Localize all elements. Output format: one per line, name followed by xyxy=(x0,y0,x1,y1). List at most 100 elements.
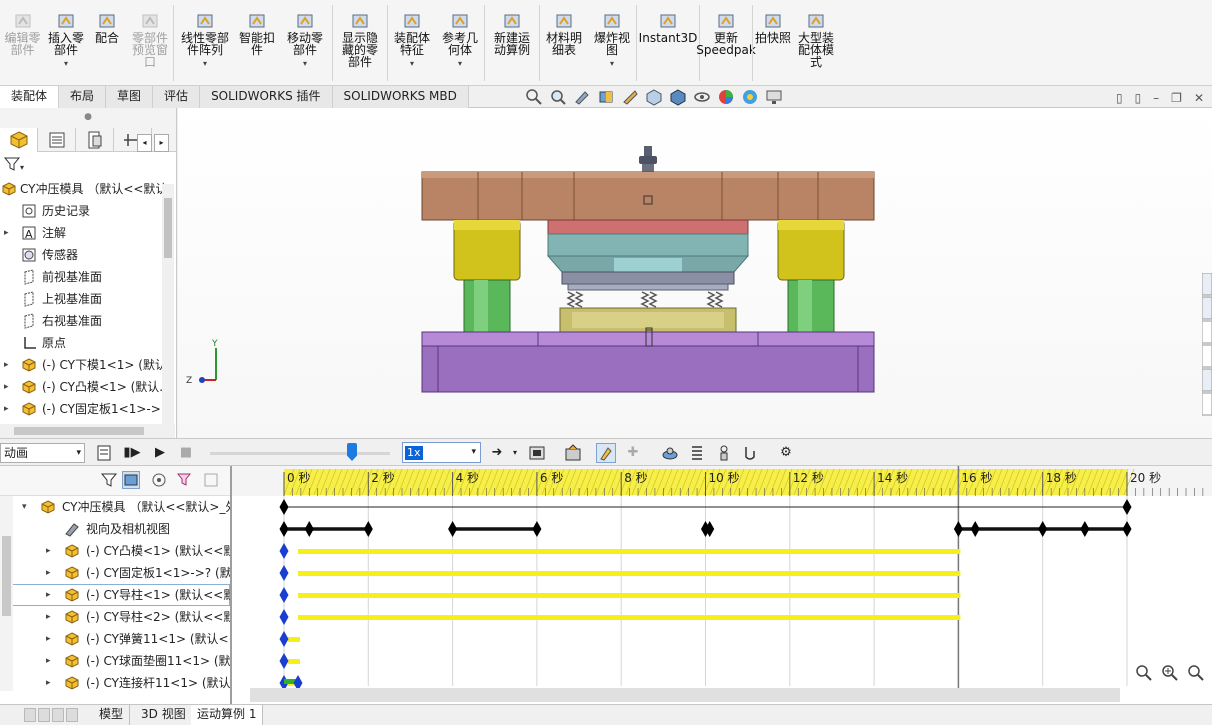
keyframe[interactable] xyxy=(448,521,458,537)
contact-icon[interactable] xyxy=(740,443,760,463)
keyframe[interactable] xyxy=(363,521,373,537)
tree-item[interactable]: ▸ (-) CY凸模<1> (默认.. xyxy=(0,376,176,398)
tree-item[interactable]: 历史记录 xyxy=(0,200,176,222)
reference-geometry-button[interactable]: 参考几 何体 ▾ xyxy=(436,0,484,70)
playback-mode-icon[interactable]: ➜ xyxy=(487,443,507,463)
expand-arrow-icon[interactable]: ▸ xyxy=(46,540,51,562)
keyframe[interactable] xyxy=(532,521,542,537)
stop-icon[interactable]: ■ xyxy=(176,443,196,463)
tab-5[interactable]: SOLIDWORKS MBD xyxy=(332,86,469,108)
chevron-down-icon[interactable]: ▾ xyxy=(303,58,307,70)
motion-tree-row[interactable]: ▸ (-) CY弹簧11<1> (默认<< xyxy=(0,628,230,650)
expand-arrow-icon[interactable]: ▾ xyxy=(22,496,27,518)
zoom-in-icon[interactable] xyxy=(1160,663,1180,686)
expand-arrow-icon[interactable]: ▸ xyxy=(4,376,14,398)
motion-tree-root[interactable]: ▾ CY冲压模具 （默认<<默认>_外 xyxy=(0,496,230,518)
section-view-icon[interactable] xyxy=(597,88,615,106)
chevron-down-icon[interactable]: ▾ xyxy=(64,58,68,70)
feature-manager-tab[interactable] xyxy=(0,128,38,152)
chevron-down-icon[interactable]: ▾ xyxy=(610,58,614,70)
zoom-area-icon[interactable] xyxy=(549,88,567,106)
apply-scene-icon[interactable] xyxy=(741,88,759,106)
hide-show-items-icon[interactable] xyxy=(693,88,711,106)
edit-appearance-icon[interactable] xyxy=(717,88,735,106)
instant3d-button[interactable]: Instant3D xyxy=(637,0,699,44)
linear-pattern-button[interactable]: 线性零部 件阵列 ▾ xyxy=(174,0,236,70)
tree-root-assembly[interactable]: CY冲压模具 （默认<<默认 xyxy=(0,178,176,200)
panel-collapse-handle[interactable]: ● xyxy=(0,108,176,128)
keyframe[interactable] xyxy=(304,521,314,537)
graphics-viewport[interactable]: Y Z xyxy=(178,108,1212,438)
keyframe[interactable] xyxy=(1122,521,1132,537)
change-bar[interactable] xyxy=(298,549,961,554)
assembly-feature-button[interactable]: 装配体 特征 ▾ xyxy=(388,0,436,70)
view-orientation-icon[interactable] xyxy=(645,88,663,106)
keyframe[interactable] xyxy=(1038,521,1048,537)
keyframe[interactable] xyxy=(953,521,963,537)
expand-arrow-icon[interactable]: ▸ xyxy=(46,606,51,628)
keyframe[interactable] xyxy=(279,543,289,559)
motion-tree-row[interactable]: 视向及相机视图 xyxy=(0,518,230,540)
keyframe[interactable] xyxy=(1080,521,1090,537)
motion-tree-row[interactable]: ▸ (-) CY固定板1<1>->? (默 xyxy=(0,562,230,584)
insert-component-button[interactable]: 插入零 部件 ▾ xyxy=(45,0,87,70)
dynamic-annotation-icon[interactable] xyxy=(621,88,639,106)
move-component-button[interactable]: 移动零 部件 ▾ xyxy=(278,0,332,70)
filter-results-icon[interactable] xyxy=(176,471,194,489)
chevron-down-icon[interactable]: ▾ xyxy=(203,58,207,70)
next-tab-icon[interactable] xyxy=(52,708,64,722)
tile-left-icon[interactable]: ▯ xyxy=(1116,91,1123,105)
display-style-icon[interactable] xyxy=(669,88,687,106)
preview-window-button[interactable]: 零部件 预览窗 口 xyxy=(127,0,173,68)
timeline-horizontal-scrollbar[interactable] xyxy=(250,688,1120,702)
smart-fastener-button[interactable]: 智能扣 件 xyxy=(236,0,278,56)
keyframe[interactable] xyxy=(279,521,289,537)
playback-speed-select[interactable]: 1x ▾ xyxy=(402,442,481,463)
auto-expand-icon[interactable] xyxy=(202,471,220,489)
motion-tree-row[interactable]: ▸ (-) CY连接杆11<1> (默认 xyxy=(0,672,230,694)
change-bar[interactable] xyxy=(288,659,300,664)
tree-item[interactable]: 上视基准面 xyxy=(0,288,176,310)
keyframe[interactable] xyxy=(1122,499,1132,515)
bom-button[interactable]: 材料明 细表 xyxy=(540,0,588,56)
large-assembly-button[interactable]: 大型装 配体模 式 xyxy=(793,0,839,68)
expand-arrow-icon[interactable]: ▸ xyxy=(46,628,51,650)
tab-2[interactable]: 草图 xyxy=(106,86,154,108)
damper-icon[interactable] xyxy=(714,443,734,463)
motion-tree-row[interactable]: ▸ (-) CY导柱<1> (默认<<默 xyxy=(0,584,230,606)
change-bar[interactable] xyxy=(298,615,961,620)
edit-component-button[interactable]: 编辑零 部件 xyxy=(0,0,45,56)
filter-selected-icon[interactable] xyxy=(150,471,168,489)
tree-item[interactable]: ▸ A 注解 xyxy=(0,222,176,244)
keyframe[interactable] xyxy=(279,631,289,647)
add-key-icon[interactable]: ✚ xyxy=(623,443,643,463)
filter-animated-icon[interactable] xyxy=(100,471,118,489)
tree-horizontal-scrollbar[interactable] xyxy=(0,424,175,438)
motion-tree-row[interactable]: ▸ (-) CY凸模<1> (默认<<默 xyxy=(0,540,230,562)
keyframe[interactable] xyxy=(279,587,289,603)
previous-view-icon[interactable] xyxy=(573,88,591,106)
tab-scroll-right-icon[interactable]: ▸ xyxy=(154,134,169,152)
mate-button[interactable]: 配合 xyxy=(87,0,127,44)
tree-item[interactable]: 传感器 xyxy=(0,244,176,266)
tree-item[interactable]: 前视基准面 xyxy=(0,266,176,288)
tree-item[interactable]: 右视基准面 xyxy=(0,310,176,332)
slider-knob[interactable] xyxy=(347,443,357,461)
motion-timeline[interactable]: 0 秒 2 秒 4 秒 6 秒 8 秒 10 秒 12 秒 14 秒 16 秒 18 秒 20 秒 xyxy=(232,466,1212,704)
autokey-icon[interactable] xyxy=(596,443,616,463)
play-icon[interactable]: ▶ xyxy=(150,443,170,463)
configuration-manager-tab[interactable] xyxy=(76,128,114,152)
tile-right-icon[interactable]: ▯ xyxy=(1135,91,1142,105)
animation-wizard-icon[interactable] xyxy=(563,443,583,463)
expand-arrow-icon[interactable]: ▸ xyxy=(4,398,14,420)
tree-item[interactable]: 原点 xyxy=(0,332,176,354)
expand-arrow-icon[interactable]: ▸ xyxy=(46,584,51,606)
motor-icon[interactable] xyxy=(660,443,680,463)
change-bar[interactable] xyxy=(298,571,961,576)
tab-0[interactable]: 装配体 xyxy=(0,86,60,108)
property-manager-tab[interactable] xyxy=(38,128,76,152)
motion-tree-row[interactable]: ▸ (-) CY导柱<2> (默认<<默 xyxy=(0,606,230,628)
tab-scroll-left-icon[interactable]: ◂ xyxy=(137,134,152,152)
new-motion-study-button[interactable]: 新建运 动算例 xyxy=(485,0,539,56)
bottom-tab-1[interactable]: 3D 视图 xyxy=(135,705,193,725)
